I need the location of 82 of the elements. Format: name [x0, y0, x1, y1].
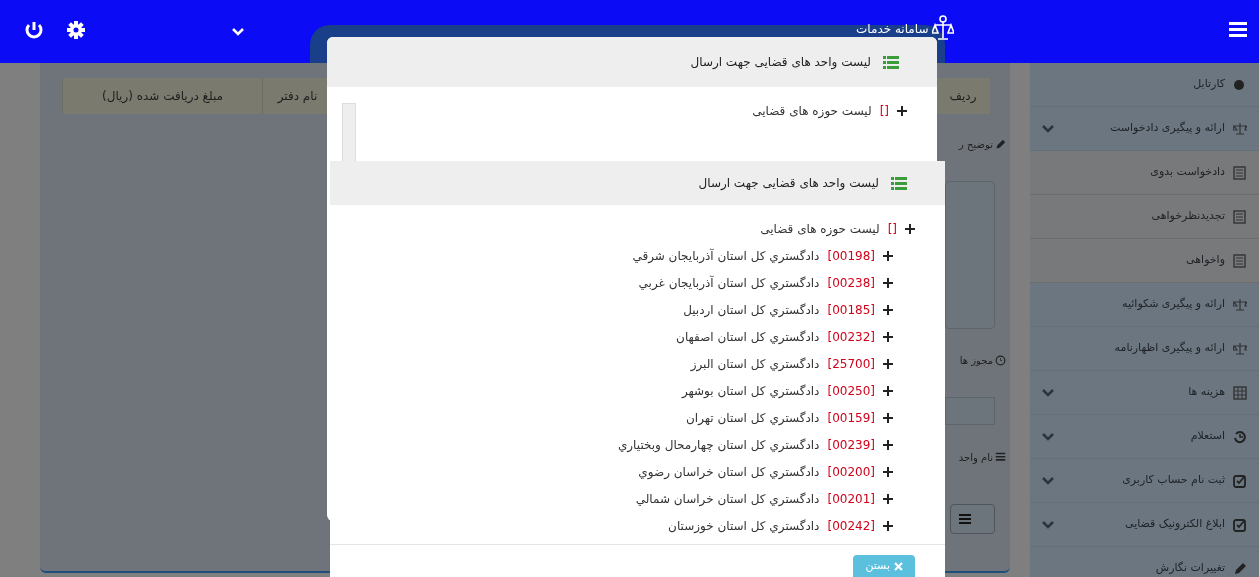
menu-icon[interactable]	[1229, 22, 1247, 38]
code-label: [00159]	[827, 409, 875, 427]
site-title: سامانه خدمات	[856, 21, 929, 38]
submenu-item[interactable]: دادخواست بدوی	[1030, 151, 1259, 195]
tree-item[interactable]: لیست حوزه های قضایی	[752, 101, 872, 120]
checkbox-icon	[1233, 473, 1247, 488]
code-label: [00239]	[827, 436, 875, 454]
tree-item[interactable]: دادگستري کل استان تهران	[686, 408, 820, 427]
document-icon	[1233, 165, 1247, 180]
plus-icon	[905, 223, 915, 234]
code-label: [00185]	[827, 301, 875, 319]
input-field[interactable]	[945, 397, 995, 425]
list-icon	[883, 55, 899, 69]
dashboard-icon	[1233, 77, 1247, 92]
tree-item[interactable]: دادگستري کل استان آذربايجان شرقي	[632, 246, 820, 265]
chevron-down-icon	[1042, 124, 1054, 133]
plus-icon	[883, 250, 893, 261]
plus-icon	[883, 358, 893, 369]
scales-icon	[1233, 297, 1247, 312]
code-label: [00201]	[827, 490, 875, 508]
pencil-icon	[1233, 561, 1247, 576]
tree-item[interactable]: دادگستري کل استان اردبيل	[683, 300, 820, 319]
history-icon	[1233, 429, 1247, 444]
tree-item[interactable]: دادگستري کل استان بوشهر	[681, 381, 820, 400]
pencil-icon	[995, 139, 1006, 150]
code-label: [00250]	[827, 382, 875, 400]
document-icon	[1233, 209, 1247, 224]
list-icon	[891, 176, 907, 190]
code-label: [00238]	[827, 274, 875, 292]
submenu-item[interactable]: تجدیدنظرخواهی	[1030, 195, 1259, 239]
column-header: مبلغ دریافت شده (ریال)	[102, 88, 223, 105]
form-label: نام واحد	[958, 451, 993, 465]
plus-icon	[883, 439, 893, 450]
chevron-down-icon	[1042, 432, 1054, 441]
tree-item[interactable]: دادگستري کل استان خراسان رضوي	[638, 462, 820, 481]
chevron-down-icon	[232, 28, 244, 36]
chevron-down-icon	[1042, 476, 1054, 485]
code-label: [00242]	[827, 517, 875, 535]
list-icon	[995, 452, 1006, 463]
code-label: [25700]	[827, 355, 875, 373]
scales-icon	[1233, 341, 1247, 356]
checkbox-icon	[1233, 517, 1247, 532]
tree-item[interactable]: دادگستري کل استان خوزستان	[668, 516, 820, 535]
plus-icon	[883, 412, 893, 423]
column-header: ردیف	[949, 88, 977, 105]
power-icon[interactable]	[24, 20, 44, 40]
form-label: توضیح ر	[959, 138, 993, 152]
plus-icon	[883, 493, 893, 504]
tree-item[interactable]: دادگستري کل استان البرز	[690, 354, 820, 373]
dialog-title: لیست واحد های قضایی جهت ارسال	[698, 175, 879, 192]
code-label: []	[879, 102, 889, 120]
table-icon	[1233, 385, 1247, 400]
plus-icon	[883, 331, 893, 342]
code-label: [00232]	[827, 328, 875, 346]
plus-icon	[883, 385, 893, 396]
tree-item[interactable]: دادگستري کل استان آذربايجان غربي	[638, 273, 820, 292]
code-label: []	[887, 220, 897, 238]
plus-icon	[883, 277, 893, 288]
chevron-down-icon	[1042, 388, 1054, 397]
column-header: نام دفتر	[277, 88, 318, 105]
code-label: [00198]	[827, 247, 875, 265]
tree-item[interactable]: دادگستري کل استان چهارمحال وبختياري	[617, 435, 820, 454]
close-icon	[894, 561, 903, 571]
plus-icon	[883, 466, 893, 477]
settings-icon[interactable]	[66, 20, 86, 40]
form-label: مجوز ها	[959, 354, 993, 368]
scales-icon	[932, 14, 954, 42]
document-icon	[1233, 253, 1247, 268]
tree-item[interactable]: دادگستري کل استان اصفهان	[676, 327, 820, 346]
plus-icon	[897, 105, 907, 116]
tree-item[interactable]: دادگستري کل استان خراسان شمالي	[635, 489, 820, 508]
tree-item[interactable]: لیست حوزه های قضایی	[760, 219, 880, 238]
scales-icon	[1233, 121, 1247, 136]
list-icon	[959, 514, 971, 524]
clock-icon	[995, 355, 1006, 366]
code-label: [00200]	[827, 463, 875, 481]
submenu-item[interactable]: واخواهی	[1030, 239, 1259, 283]
dialog-title: لیست واحد های قضایی جهت ارسال	[690, 54, 871, 71]
chevron-down-icon	[1042, 520, 1054, 529]
plus-icon	[883, 520, 893, 531]
list-button[interactable]	[950, 504, 995, 534]
plus-icon	[883, 304, 893, 315]
